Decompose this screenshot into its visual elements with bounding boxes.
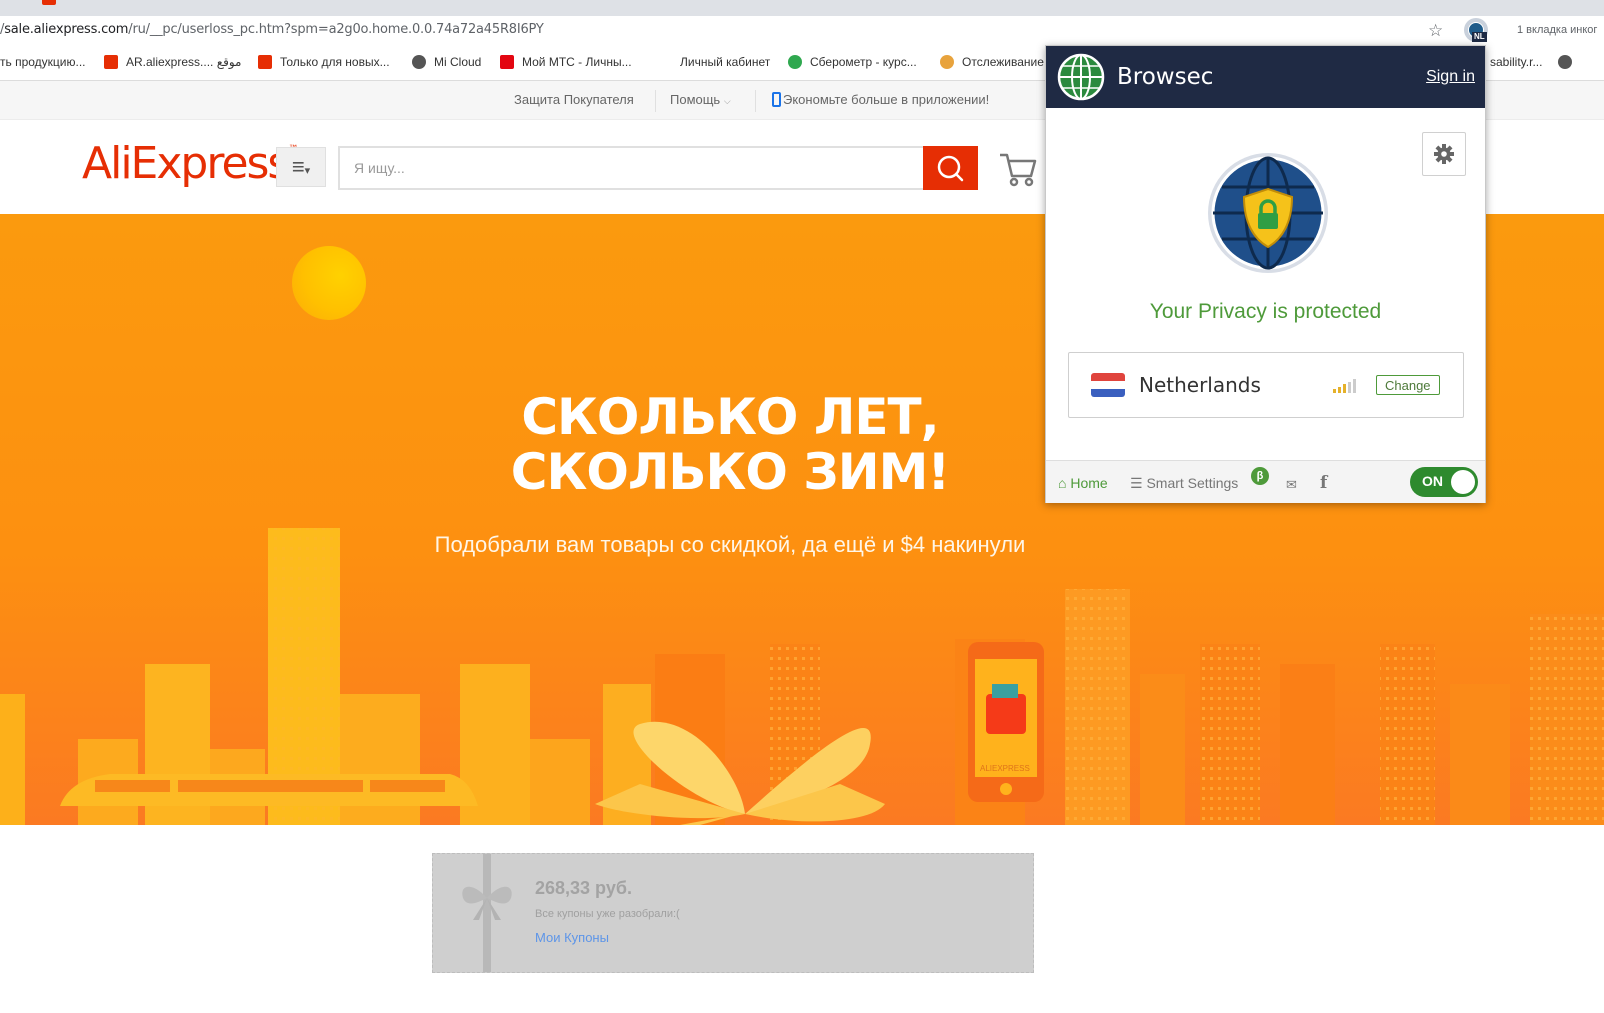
country-selector[interactable]: Netherlands Change — [1068, 352, 1464, 418]
url-path: /ru/__pc/userloss_pc.htm?spm=a2g0o.home.… — [128, 22, 544, 37]
address-bar: /sale.aliexpress.com/ru/__pc/userloss_pc… — [0, 0, 1604, 47]
sign-in-link[interactable]: Sign in — [1426, 68, 1475, 86]
bow-icon — [462, 886, 512, 920]
bookmark-item[interactable]: Отслеживание — [940, 55, 1044, 69]
toggle-label: ON — [1422, 473, 1443, 489]
sliders-icon: ☰ — [1130, 475, 1143, 491]
url-host: sale.aliexpress.com — [4, 22, 129, 37]
facebook-icon[interactable]: f — [1320, 473, 1327, 493]
hero-title: СКОЛЬКО ЛЕТ, СКОЛЬКО ЗИМ! — [510, 388, 950, 501]
signal-strength-icon — [1333, 379, 1356, 393]
search-input[interactable] — [338, 146, 923, 190]
vpn-toggle[interactable]: ON — [1410, 467, 1478, 497]
popup-brand: Browsec — [1117, 64, 1214, 90]
hamburger-icon: ≡ — [291, 154, 305, 179]
bookmark-item[interactable]: Личный кабинет — [680, 55, 770, 69]
tracking-icon — [940, 55, 954, 69]
hero-subtitle: Подобрали вам товары со скидкой, да ещё … — [434, 532, 1026, 557]
aliexpress-icon — [258, 55, 272, 69]
globe-icon — [412, 55, 426, 69]
browsec-globe-icon — [1056, 52, 1106, 107]
help-menu[interactable]: Помощь ⌵ — [670, 92, 731, 107]
extension-badge: NL — [1472, 32, 1487, 42]
phone-icon — [772, 92, 781, 107]
aliexpress-logo[interactable]: AliExpress™ — [82, 138, 298, 189]
mts-icon — [500, 55, 514, 69]
protected-globe-shield-icon — [1206, 151, 1330, 280]
bookmark-item[interactable] — [1558, 55, 1580, 69]
netherlands-flag-icon — [1091, 373, 1125, 397]
change-country-button[interactable]: Change — [1376, 375, 1440, 395]
coupon-amount: 268,33 руб. — [535, 878, 632, 898]
buyer-protection-link[interactable]: Защита Покупателя — [514, 92, 634, 107]
phone-brand-label: ALIEXPRESS — [980, 764, 1030, 773]
country-name: Netherlands — [1139, 373, 1261, 397]
bookmark-item[interactable]: Mi Cloud — [412, 55, 481, 69]
bookmark-item[interactable]: sability.r... — [1490, 55, 1542, 69]
popup-footer: ⌂ Home ☰ Smart Settings β ✉ f ON — [1046, 460, 1485, 503]
mobile-app-link[interactable]: Экономьте больше в приложении! — [772, 92, 989, 107]
tab-favicon — [42, 0, 56, 5]
popup-header: Browsec Sign in — [1046, 46, 1485, 108]
aliexpress-icon — [104, 55, 118, 69]
home-icon: ⌂ — [1058, 475, 1067, 491]
my-coupons-link[interactable]: Мои Купоны — [535, 930, 609, 945]
toggle-knob — [1451, 470, 1475, 494]
browsec-popup: Browsec Sign in Your Privacy is protecte… — [1045, 45, 1486, 503]
url-field[interactable]: /sale.aliexpress.com/ru/__pc/userloss_pc… — [0, 22, 544, 37]
bookmark-item[interactable]: Только для новых... — [258, 55, 390, 69]
home-tab[interactable]: ⌂ Home — [1058, 475, 1108, 491]
categories-menu-button[interactable]: ≡▾ — [276, 147, 326, 187]
gear-icon — [1434, 144, 1454, 164]
settings-button[interactable] — [1422, 132, 1466, 176]
bookmark-item[interactable]: Сберометр - курс... — [788, 55, 917, 69]
globe-icon — [1558, 55, 1572, 69]
tab-strip[interactable] — [0, 0, 1604, 16]
coupon-note: Все купоны уже разобрали:( — [535, 908, 680, 920]
chevron-down-icon: ⌵ — [723, 96, 731, 106]
bookmark-item[interactable]: Мой МТС - Личны... — [500, 55, 632, 69]
beta-badge: β — [1251, 467, 1269, 485]
bookmark-star-icon[interactable]: ☆ — [1428, 22, 1443, 39]
coupon-card: 268,33 руб. Все купоны уже разобрали:( М… — [432, 853, 1034, 973]
bookmark-item[interactable]: ть продукцию... — [0, 55, 86, 69]
smart-settings-tab[interactable]: ☰ Smart Settings — [1130, 475, 1238, 492]
search-icon — [937, 155, 964, 182]
bookmark-item[interactable]: AR.aliexpress.... موقع — [104, 55, 241, 69]
divider — [755, 90, 756, 112]
browsec-extension-icon[interactable]: NL — [1464, 18, 1488, 42]
privacy-status: Your Privacy is protected — [1149, 300, 1382, 323]
search-button[interactable] — [923, 146, 978, 190]
divider — [655, 90, 656, 112]
incognito-tab-count[interactable]: 1 вкладка инког — [1517, 24, 1597, 36]
caret-down-icon: ▾ — [304, 165, 311, 177]
mail-icon[interactable]: ✉ — [1286, 477, 1297, 493]
sber-icon — [788, 55, 802, 69]
cart-icon[interactable] — [998, 150, 1038, 193]
